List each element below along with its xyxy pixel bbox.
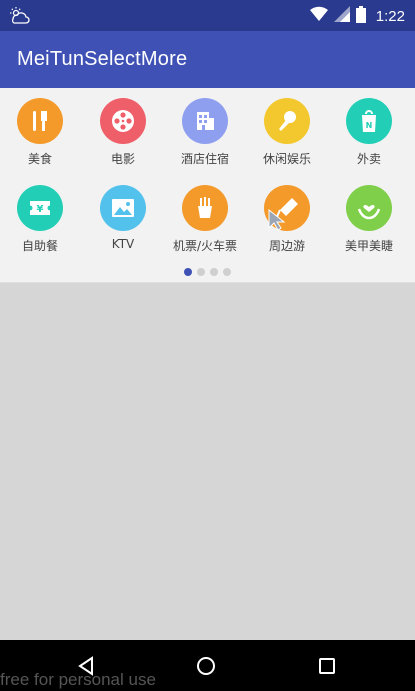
mouse-cursor-icon — [267, 208, 287, 232]
signal-icon — [333, 6, 350, 26]
weather-icon — [8, 5, 30, 27]
category-label: 休闲娱乐 — [262, 152, 311, 166]
page-indicator — [0, 268, 415, 276]
category-label: 美甲美睫 — [344, 239, 393, 253]
category-label: 外卖 — [356, 152, 381, 166]
status-bar: 1:22 — [0, 0, 415, 31]
app-bar: MeiTunSelectMore — [0, 31, 415, 88]
category-item-ktv[interactable]: KTV — [82, 185, 164, 265]
fries-icon — [182, 185, 228, 231]
recent-apps-icon[interactable] — [315, 654, 339, 678]
status-icons: 1:22 — [309, 5, 405, 27]
wifi-icon — [309, 6, 328, 26]
microphone-icon — [264, 98, 310, 144]
category-item-takeout[interactable]: N 外卖 — [328, 98, 410, 178]
yen-ticket-icon: ¥ — [17, 185, 63, 231]
category-row: 美食 电影 酒店住宿 休闲娱乐 N 外卖 — [0, 98, 415, 178]
category-label: 机票/火车票 — [172, 239, 238, 253]
category-item-buffet[interactable]: ¥ 自助餐 — [0, 185, 81, 265]
category-item-movie[interactable]: 电影 — [82, 98, 164, 178]
picture-icon — [100, 185, 146, 231]
app-title: MeiTunSelectMore — [17, 48, 188, 70]
category-label: 美食 — [27, 152, 52, 166]
fork-knife-icon — [17, 98, 63, 144]
category-item-hotel[interactable]: 酒店住宿 — [164, 98, 246, 178]
page-dot[interactable] — [197, 268, 205, 276]
category-item-nearby-trip[interactable]: 周边游 — [246, 185, 328, 265]
battery-icon — [355, 5, 366, 27]
svg-text:¥: ¥ — [37, 204, 44, 215]
hand-heart-icon — [346, 185, 392, 231]
category-label: KTV — [111, 237, 135, 251]
category-item-leisure[interactable]: 休闲娱乐 — [246, 98, 328, 178]
takeout-bag-icon: N — [346, 98, 392, 144]
category-label: 电影 — [110, 152, 135, 166]
status-time: 1:22 — [375, 7, 405, 25]
watermark-text: free for personal use — [0, 670, 156, 689]
home-icon[interactable] — [194, 654, 218, 678]
category-row: ¥ 自助餐 KTV 机票/火车票 周边游 美甲美睫 — [0, 185, 415, 265]
page-dot[interactable] — [184, 268, 192, 276]
category-label: 酒店住宿 — [180, 152, 229, 166]
category-item-food[interactable]: 美食 — [0, 98, 81, 178]
category-item-tickets[interactable]: 机票/火车票 — [164, 185, 246, 265]
category-label: 周边游 — [268, 239, 305, 253]
film-reel-icon — [100, 98, 146, 144]
svg-text:N: N — [366, 121, 373, 130]
category-label: 自助餐 — [21, 239, 58, 253]
category-item-nails[interactable]: 美甲美睫 — [328, 185, 410, 265]
building-icon — [182, 98, 228, 144]
category-panel: 美食 电影 酒店住宿 休闲娱乐 N 外卖 ¥ 自助餐 KTV 机票/火车票 周边… — [0, 88, 415, 283]
page-dot[interactable] — [210, 268, 218, 276]
page-dot[interactable] — [223, 268, 231, 276]
